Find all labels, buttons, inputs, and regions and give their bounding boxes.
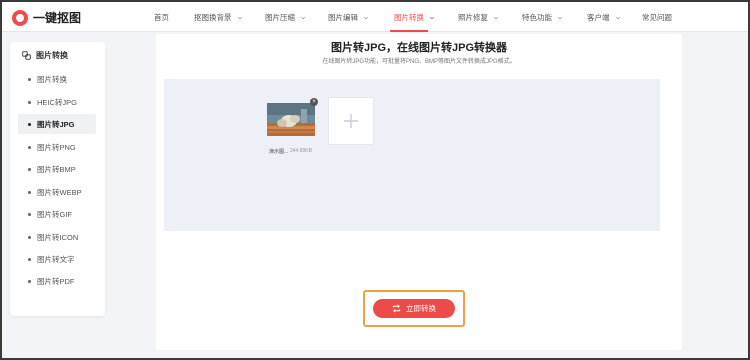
plus-icon — [344, 114, 358, 128]
bullet-icon — [28, 77, 31, 81]
file-size: 344.89KB — [290, 148, 312, 154]
nav-active-indicator — [390, 30, 428, 32]
add-file-button[interactable] — [328, 97, 374, 145]
brand-logo[interactable]: 一键抠图 — [12, 9, 81, 26]
file-thumbnail — [267, 103, 315, 136]
bullet-icon — [28, 279, 31, 283]
nav-label: 特色功能 — [522, 13, 552, 22]
chevron-down-icon — [615, 16, 620, 19]
nav-item-convert[interactable]: 图片转换 — [394, 12, 435, 23]
bullet-icon — [28, 122, 31, 126]
sidebar-item-to-webp[interactable]: 图片转WEBP — [18, 182, 96, 202]
nav-label: 图片转换 — [394, 13, 424, 22]
top-navbar: 一键抠图 首页 抠图换背景 图片压缩 图片编辑 图片转换 照片修复 特色功能 客… — [2, 2, 748, 32]
sidebar-item-to-pdf[interactable]: 图片转PDF — [18, 271, 96, 291]
sidebar-item-image-convert[interactable]: 图片转换 — [18, 69, 96, 89]
nav-label: 常见问题 — [642, 13, 672, 22]
sidebar-item-to-png[interactable]: 图片转PNG — [18, 137, 96, 157]
convert-now-button[interactable]: 立即转换 — [373, 299, 455, 318]
uploaded-file-card: × — [267, 98, 318, 142]
sidebar-item-label: 图片转GIF — [37, 209, 72, 219]
sidebar-item-label: 图片转文字 — [37, 254, 75, 264]
nav-label: 图片编辑 — [328, 13, 358, 22]
sidebar-item-label: 图片转PDF — [37, 276, 75, 286]
remove-file-icon[interactable]: × — [310, 98, 318, 106]
bullet-icon — [28, 190, 31, 194]
chevron-down-icon — [557, 16, 563, 19]
sidebar-item-heic-to-jpg[interactable]: HEIC转JPG — [18, 92, 96, 112]
chevron-down-icon — [363, 16, 369, 19]
nav-item-cutout[interactable]: 抠图换背景 — [194, 12, 243, 23]
nav-item-features[interactable]: 特色功能 — [522, 12, 563, 23]
bullet-icon — [28, 235, 31, 239]
nav-item-edit[interactable]: 图片编辑 — [328, 12, 369, 23]
nav-label: 图片压缩 — [265, 13, 295, 22]
sidebar-item-label: 图片转JPG — [37, 119, 75, 129]
nav-label: 首页 — [154, 13, 169, 22]
main-panel: 图片转JPG，在线图片转JPG转换器 在线图片转JPG功能，可批量将PNG、BM… — [156, 34, 682, 350]
page-subtitle: 在线图片转JPG功能，可批量将PNG、BMP等图片文件转换成JPG格式。 — [322, 59, 516, 65]
nav-label: 抠图换背景 — [194, 13, 232, 22]
chevron-down-icon — [300, 16, 306, 19]
convert-arrows-icon — [392, 304, 401, 313]
sidebar-item-label: HEIC转JPG — [37, 97, 78, 107]
sidebar-header: 图片转换 — [22, 50, 68, 61]
sidebar-item-label: 图片转换 — [37, 74, 67, 84]
upload-dropzone[interactable]: × 演示图... 344.89KB — [164, 79, 660, 231]
brand-name: 一键抠图 — [33, 11, 82, 25]
sidebar-item-to-text[interactable]: 图片转文字 — [18, 249, 96, 269]
page-title: 图片转JPG，在线图片转JPG转换器 — [330, 42, 508, 54]
bullet-icon — [28, 145, 31, 149]
nav-label: 客户端 — [587, 13, 610, 22]
nav-label: 照片修复 — [458, 13, 488, 22]
sidebar-item-to-jpg[interactable]: 图片转JPG — [18, 114, 96, 134]
nav-item-client[interactable]: 客户端 — [587, 12, 621, 23]
chevron-down-icon — [237, 16, 242, 19]
sidebar-item-to-bmp[interactable]: 图片转BMP — [18, 159, 96, 179]
sidebar-header-label: 图片转换 — [36, 51, 68, 60]
bullet-icon — [28, 212, 31, 216]
sidebar-item-label: 图片转PNG — [37, 142, 76, 152]
sidebar-item-to-icon[interactable]: 图片转ICON — [18, 227, 96, 247]
bullet-icon — [28, 100, 31, 104]
sidebar-item-label: 图片转WEBP — [37, 187, 82, 197]
file-name: 演示图... — [269, 149, 289, 155]
nav-item-repair[interactable]: 照片修复 — [458, 12, 499, 23]
convert-label: 立即转换 — [406, 304, 436, 313]
logo-icon — [12, 9, 28, 26]
convert-highlight: 立即转换 — [363, 290, 465, 327]
nav-item-home[interactable]: 首页 — [154, 12, 169, 23]
nav-item-faq[interactable]: 常见问题 — [642, 12, 672, 23]
sidebar-item-to-gif[interactable]: 图片转GIF — [18, 204, 96, 224]
bullet-icon — [28, 167, 31, 171]
bullet-icon — [28, 257, 31, 261]
chevron-down-icon — [493, 16, 499, 19]
sidebar-item-label: 图片转BMP — [37, 164, 76, 174]
chevron-down-icon — [429, 16, 435, 19]
sidebar-item-label: 图片转ICON — [37, 232, 79, 242]
nav-item-compress[interactable]: 图片压缩 — [265, 12, 306, 23]
sidebar: 图片转换 图片转换 HEIC转JPG 图片转JPG 图片转PNG 图片转BMP … — [10, 42, 105, 316]
convert-icon — [22, 51, 31, 60]
